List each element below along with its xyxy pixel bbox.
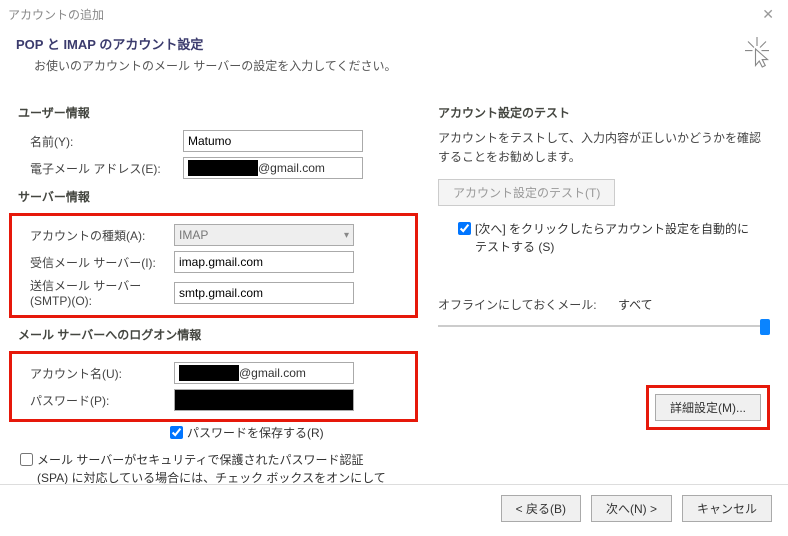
account-name-suffix: @gmail.com	[239, 366, 306, 380]
cursor-starburst-icon	[742, 34, 772, 73]
test-account-button[interactable]: アカウント設定のテスト(T)	[438, 179, 615, 206]
account-name-input[interactable]: @gmail.com	[174, 362, 354, 384]
save-password-checkbox[interactable]	[170, 426, 183, 439]
offline-mail-label: オフラインにしておくメール:	[438, 298, 597, 312]
next-button[interactable]: 次へ(N) >	[591, 495, 672, 522]
page-title: POP と IMAP のアカウント設定	[16, 34, 397, 53]
test-section-heading: アカウント設定のテスト	[438, 104, 770, 121]
email-suffix: @gmail.com	[258, 161, 325, 175]
password-input[interactable]	[174, 389, 354, 411]
incoming-label: 受信メール サーバー(I):	[18, 254, 174, 271]
redacted-block	[188, 160, 258, 176]
spa-checkbox[interactable]	[20, 453, 33, 466]
back-button[interactable]: < 戻る(B)	[501, 495, 581, 522]
cancel-button[interactable]: キャンセル	[682, 495, 772, 522]
email-input[interactable]: @gmail.com	[183, 157, 363, 179]
password-label: パスワード(P):	[18, 392, 174, 409]
outgoing-server-input[interactable]	[174, 282, 354, 304]
details-highlight-box: 詳細設定(M)...	[646, 385, 770, 430]
logon-highlight-box: アカウント名(U): @gmail.com パスワード(P):	[9, 351, 418, 422]
window-title: アカウントの追加	[8, 6, 104, 23]
user-info-heading: ユーザー情報	[18, 104, 418, 121]
logon-info-heading: メール サーバーへのログオン情報	[18, 326, 418, 343]
chevron-down-icon: ▾	[344, 230, 349, 241]
name-label: 名前(Y):	[18, 133, 183, 150]
server-info-heading: サーバー情報	[18, 188, 418, 205]
account-type-label: アカウントの種類(A):	[18, 227, 174, 244]
account-type-select[interactable]: IMAP ▾	[174, 224, 354, 246]
auto-test-checkbox[interactable]	[458, 222, 471, 235]
auto-test-label: [次へ] をクリックしたらアカウント設定を自動的にテストする (S)	[475, 220, 755, 256]
details-settings-button[interactable]: 詳細設定(M)...	[655, 394, 761, 421]
save-password-label: パスワードを保存する(R)	[187, 424, 324, 441]
offline-mail-value: すべて	[618, 298, 653, 312]
footer: < 戻る(B) 次へ(N) > キャンセル	[0, 484, 788, 532]
outgoing-label: 送信メール サーバー (SMTP)(O):	[18, 277, 174, 308]
page-subtitle: お使いのアカウントのメール サーバーの設定を入力してください。	[34, 57, 397, 74]
server-highlight-box: アカウントの種類(A): IMAP ▾ 受信メール サーバー(I): 送信メール…	[9, 213, 418, 318]
incoming-server-input[interactable]	[174, 251, 354, 273]
name-input[interactable]	[183, 130, 363, 152]
email-label: 電子メール アドレス(E):	[18, 160, 183, 177]
redacted-block	[179, 365, 239, 381]
slider-track-line	[438, 325, 770, 327]
account-name-label: アカウント名(U):	[18, 365, 174, 382]
header: POP と IMAP のアカウント設定 お使いのアカウントのメール サーバーの設…	[0, 28, 788, 86]
titlebar: アカウントの追加 ✕	[0, 0, 788, 28]
test-description: アカウントをテストして、入力内容が正しいかどうかを確認することをお勧めします。	[438, 129, 770, 167]
slider-thumb[interactable]	[760, 319, 770, 335]
offline-mail-slider[interactable]	[438, 319, 770, 335]
account-type-value: IMAP	[179, 228, 208, 242]
close-icon[interactable]: ✕	[756, 4, 780, 25]
